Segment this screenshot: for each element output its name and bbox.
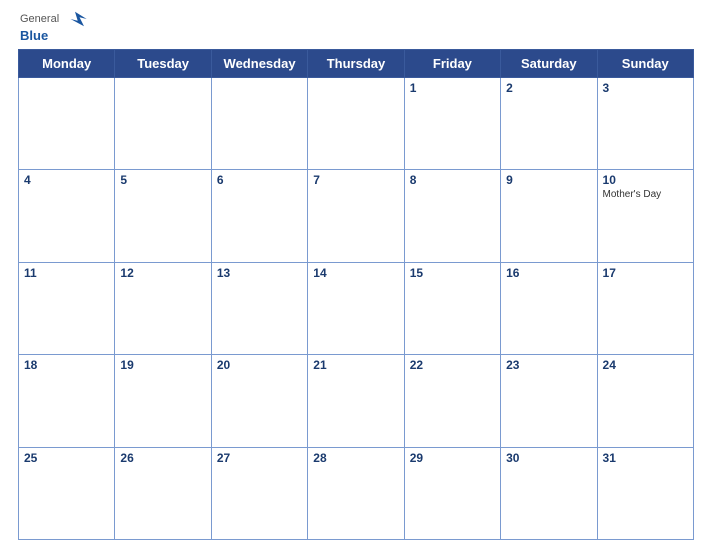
calendar-cell xyxy=(115,78,211,170)
calendar-cell: 12 xyxy=(115,262,211,354)
calendar-cell: 25 xyxy=(19,447,115,539)
calendar-cell: 9 xyxy=(501,170,597,262)
day-number: 19 xyxy=(120,358,205,372)
day-number: 18 xyxy=(24,358,109,372)
day-number: 2 xyxy=(506,81,591,95)
day-number: 10 xyxy=(603,173,688,187)
calendar-cell: 27 xyxy=(211,447,307,539)
logo-bird-icon xyxy=(61,10,89,28)
week-row-1: 123 xyxy=(19,78,694,170)
calendar-cell: 17 xyxy=(597,262,693,354)
calendar-cell: 1 xyxy=(404,78,500,170)
calendar-cell: 20 xyxy=(211,355,307,447)
day-number: 3 xyxy=(603,81,688,95)
day-number: 6 xyxy=(217,173,302,187)
calendar-cell: 28 xyxy=(308,447,404,539)
calendar-cell: 8 xyxy=(404,170,500,262)
day-number: 23 xyxy=(506,358,591,372)
day-number: 4 xyxy=(24,173,109,187)
day-number: 21 xyxy=(313,358,398,372)
week-row-4: 18 19 20 21 22 23 24 xyxy=(19,355,694,447)
weekday-header-tuesday: Tuesday xyxy=(115,50,211,78)
calendar-table: MondayTuesdayWednesdayThursdayFridaySatu… xyxy=(18,49,694,540)
day-number: 24 xyxy=(603,358,688,372)
calendar-cell: 4 xyxy=(19,170,115,262)
day-number: 17 xyxy=(603,266,688,280)
day-number: 12 xyxy=(120,266,205,280)
calendar-cell: 23 xyxy=(501,355,597,447)
calendar-cell: 19 xyxy=(115,355,211,447)
weekday-header-monday: Monday xyxy=(19,50,115,78)
logo-general: General xyxy=(20,13,59,25)
day-number: 13 xyxy=(217,266,302,280)
day-number: 5 xyxy=(120,173,205,187)
day-number: 22 xyxy=(410,358,495,372)
weekday-header-thursday: Thursday xyxy=(308,50,404,78)
calendar-cell xyxy=(211,78,307,170)
calendar-cell: 18 xyxy=(19,355,115,447)
day-number: 16 xyxy=(506,266,591,280)
calendar-cell: 2 xyxy=(501,78,597,170)
day-number: 30 xyxy=(506,451,591,465)
day-number: 26 xyxy=(120,451,205,465)
weekday-header-friday: Friday xyxy=(404,50,500,78)
calendar-cell xyxy=(308,78,404,170)
calendar-cell: 16 xyxy=(501,262,597,354)
calendar-cell: 13 xyxy=(211,262,307,354)
calendar-cell: 7 xyxy=(308,170,404,262)
day-number: 11 xyxy=(24,266,109,280)
calendar-cell: 26 xyxy=(115,447,211,539)
day-number: 25 xyxy=(24,451,109,465)
day-number: 20 xyxy=(217,358,302,372)
day-number: 9 xyxy=(506,173,591,187)
day-number: 7 xyxy=(313,173,398,187)
calendar-cell: 10 Mother's Day xyxy=(597,170,693,262)
day-number: 27 xyxy=(217,451,302,465)
calendar-cell: 3 xyxy=(597,78,693,170)
calendar-cell: 30 xyxy=(501,447,597,539)
weekday-header-row: MondayTuesdayWednesdayThursdayFridaySatu… xyxy=(19,50,694,78)
calendar-cell: 11 xyxy=(19,262,115,354)
calendar-cell: 29 xyxy=(404,447,500,539)
weekday-header-saturday: Saturday xyxy=(501,50,597,78)
logo-blue: Blue xyxy=(20,28,48,43)
week-row-3: 11 12 13 14 15 16 17 xyxy=(19,262,694,354)
day-number: 15 xyxy=(410,266,495,280)
event-label: Mother's Day xyxy=(603,189,688,200)
calendar-cell: 15 xyxy=(404,262,500,354)
week-row-5: 25 26 27 28 29 30 31 xyxy=(19,447,694,539)
calendar-cell: 31 xyxy=(597,447,693,539)
calendar-cell xyxy=(19,78,115,170)
calendar-cell: 22 xyxy=(404,355,500,447)
calendar-header: General Blue xyxy=(18,10,694,43)
day-number: 31 xyxy=(603,451,688,465)
week-row-2: 456789 10 Mother's Day xyxy=(19,170,694,262)
weekday-header-wednesday: Wednesday xyxy=(211,50,307,78)
calendar-cell: 6 xyxy=(211,170,307,262)
day-number: 1 xyxy=(410,81,495,95)
calendar-cell: 24 xyxy=(597,355,693,447)
day-number: 29 xyxy=(410,451,495,465)
calendar-cell: 5 xyxy=(115,170,211,262)
day-number: 8 xyxy=(410,173,495,187)
day-number: 28 xyxy=(313,451,398,465)
day-number: 14 xyxy=(313,266,398,280)
calendar-cell: 14 xyxy=(308,262,404,354)
calendar-cell: 21 xyxy=(308,355,404,447)
logo: General Blue xyxy=(20,10,89,43)
weekday-header-sunday: Sunday xyxy=(597,50,693,78)
